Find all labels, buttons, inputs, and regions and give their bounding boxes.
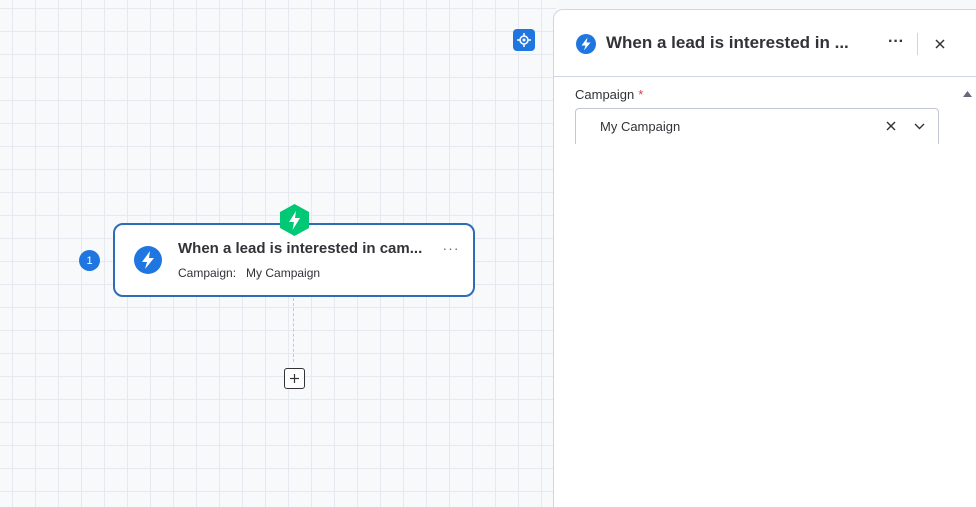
lightning-circle-icon: [576, 34, 596, 54]
dropdown-toggle[interactable]: [910, 117, 928, 135]
add-step-button[interactable]: [284, 368, 305, 389]
panel-header: When a lead is interested in ... ···: [554, 10, 976, 77]
panel-close-button[interactable]: [929, 33, 951, 55]
plus-icon: [290, 374, 299, 383]
node-title: When a lead is interested in cam...: [178, 240, 423, 257]
lightning-circle-icon: [134, 246, 162, 274]
close-icon: [935, 39, 945, 49]
campaign-label-text: Campaign: [575, 87, 635, 102]
header-divider: [917, 33, 918, 55]
step-number-badge: 1: [79, 250, 100, 271]
campaign-select[interactable]: My Campaign: [575, 108, 939, 144]
node-settings-panel: When a lead is interested in ... ··· Cam…: [553, 9, 976, 507]
node-campaign-summary: Campaign: My Campaign: [178, 266, 320, 280]
panel-title: When a lead is interested in ...: [606, 33, 849, 52]
campaign-select-value: My Campaign: [600, 119, 681, 134]
node-menu-button[interactable]: ···: [440, 239, 462, 259]
lightning-hexagon-icon: [280, 204, 309, 236]
focus-button[interactable]: [513, 29, 535, 51]
panel-more-button[interactable]: ···: [884, 32, 908, 54]
scrollbar-up-arrow[interactable]: [961, 88, 973, 100]
workflow-canvas[interactable]: 1 When a lead is interested in cam... Ca…: [0, 0, 556, 507]
scroll-up-icon: [962, 91, 972, 97]
clear-icon: [886, 121, 896, 131]
connector-line: [293, 298, 294, 362]
campaign-field-label: Campaign *: [575, 87, 643, 102]
chevron-down-icon: [914, 123, 924, 129]
required-mark: *: [638, 87, 644, 102]
node-campaign-label: Campaign:: [178, 266, 237, 280]
node-campaign-value: My Campaign: [246, 266, 321, 280]
crosshair-icon: [517, 33, 531, 47]
clear-selection-button[interactable]: [882, 117, 900, 135]
